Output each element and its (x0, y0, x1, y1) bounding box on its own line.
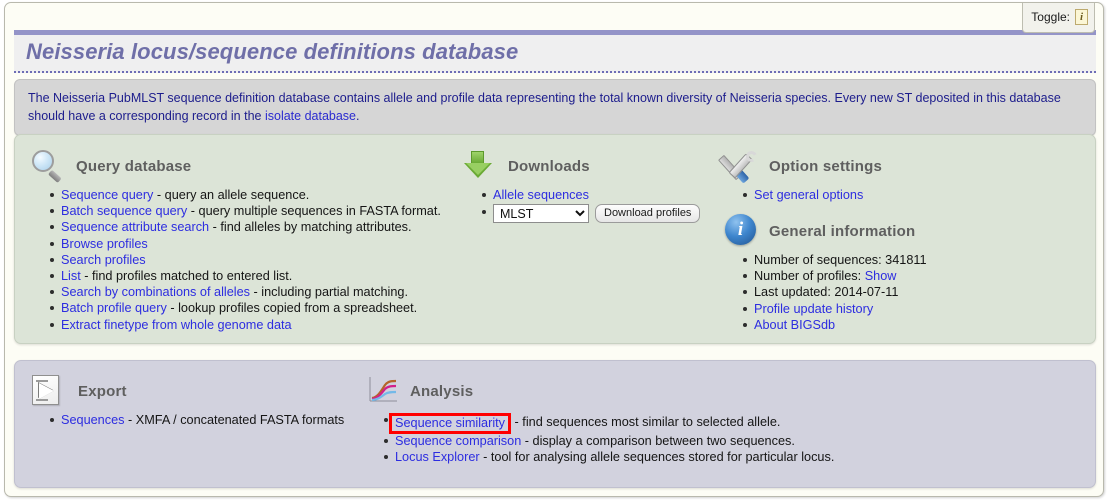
sequence-query-link[interactable]: Sequence query (61, 188, 153, 202)
general-information-section: i General information Number of sequence… (724, 214, 927, 333)
page-title: Neisseria locus/sequence definitions dat… (26, 39, 519, 64)
list-item: Search profiles (50, 252, 441, 268)
export-heading: Export (31, 374, 344, 408)
sequence-comparison-link[interactable]: Sequence comparison (395, 434, 521, 448)
list-link[interactable]: List (61, 269, 81, 283)
option-settings-list: Set general options (724, 187, 882, 203)
export-section: Export Sequences - XMFA / concatenated F… (31, 374, 344, 428)
analysis-heading: Analysis (365, 374, 834, 408)
isolate-database-link[interactable]: isolate database (265, 109, 356, 123)
list-item-desc: - query multiple sequences in FASTA form… (187, 204, 441, 219)
list-item: Number of sequences: 341811 (743, 252, 927, 268)
download-profiles-row: MLST Download profiles (493, 204, 701, 224)
page-frame: Toggle: i Neisseria locus/sequence defin… (4, 2, 1104, 497)
number-of-profiles-label: Number of profiles: (754, 269, 865, 284)
list-item-desc: - XMFA / concatenated FASTA formats (124, 413, 345, 427)
export-title: Export (78, 382, 127, 400)
list-item: Profile update history (743, 301, 927, 317)
downloads-heading: Downloads (463, 149, 700, 183)
tools-icon (717, 149, 759, 184)
last-updated-value: Last updated: 2014-07-11 (754, 285, 899, 300)
list-item: Sequence similarity - find sequences mos… (383, 412, 834, 434)
toggle-label: Toggle: (1031, 10, 1070, 24)
intro-box: The Neisseria PubMLST sequence definitio… (14, 79, 1096, 136)
list-item-desc: - lookup profiles copied from a spreadsh… (166, 301, 418, 316)
list-item: Set general options (743, 187, 882, 203)
profile-update-history-link[interactable]: Profile update history (754, 302, 873, 316)
line-chart-icon (365, 375, 399, 407)
extract-finetype-link[interactable]: Extract finetype from whole genome data (61, 318, 292, 332)
set-general-options-link[interactable]: Set general options (754, 188, 863, 202)
toggle-control[interactable]: Toggle: i (1022, 3, 1095, 33)
option-settings-heading: Option settings (717, 149, 882, 184)
info-ball-icon: i (724, 214, 758, 248)
downloads-list: Allele sequences MLST Download profiles (463, 187, 701, 224)
list-item: Browse profiles (50, 236, 441, 252)
download-arrow-icon (463, 150, 497, 182)
sequence-similarity-highlight: Sequence similarity (389, 413, 512, 434)
scheme-select[interactable]: MLST (493, 204, 589, 224)
export-list: Sequences - XMFA / concatenated FASTA fo… (31, 412, 344, 428)
query-downloads-panel: Query database Sequence query - query an… (14, 134, 1096, 344)
list-item: Sequence comparison - display a comparis… (383, 433, 834, 449)
export-document-icon (31, 375, 67, 407)
list-item: Locus Explorer - tool for analysing alle… (383, 449, 835, 465)
option-settings-section: Option settings Set general options (717, 149, 882, 203)
analysis-title: Analysis (410, 382, 474, 400)
list-item: Extract finetype from whole genome data (50, 317, 441, 333)
sequence-attribute-search-link[interactable]: Sequence attribute search (61, 220, 209, 234)
locus-explorer-link[interactable]: Locus Explorer (395, 450, 480, 464)
batch-profile-query-link[interactable]: Batch profile query (61, 301, 167, 315)
number-of-sequences-value: Number of sequences: 341811 (754, 253, 927, 267)
list-item: Batch profile query - lookup profiles co… (50, 300, 441, 316)
general-information-list: Number of sequences: 341811 Number of pr… (724, 252, 927, 333)
query-database-heading: Query database (31, 149, 441, 183)
batch-sequence-query-link[interactable]: Batch sequence query (61, 204, 187, 218)
list-item-desc: - find sequences most similar to selecte… (511, 415, 781, 429)
sequence-similarity-link[interactable]: Sequence similarity (395, 416, 505, 430)
list-item: Number of profiles: Show (743, 268, 927, 284)
list-item-desc: - including partial matching. (250, 285, 408, 300)
search-profiles-link[interactable]: Search profiles (61, 253, 146, 267)
list-item: Batch sequence query - query multiple se… (50, 203, 441, 219)
about-bigsdb-link[interactable]: About BIGSdb (754, 318, 835, 332)
analysis-list: Sequence similarity - find sequences mos… (365, 412, 834, 465)
export-analysis-panel: Export Sequences - XMFA / concatenated F… (14, 360, 1096, 488)
magnifier-icon (31, 150, 65, 183)
allele-sequences-link[interactable]: Allele sequences (493, 188, 589, 202)
list-item: Sequence query - query an allele sequenc… (50, 187, 441, 203)
option-settings-title: Option settings (769, 157, 882, 175)
list-item: Sequence attribute search - find alleles… (50, 219, 441, 235)
list-item: About BIGSdb (743, 317, 927, 333)
list-item-desc: - find alleles by matching attributes. (209, 220, 412, 235)
list-item-desc: - query an allele sequence. (153, 188, 310, 202)
query-database-section: Query database Sequence query - query an… (31, 149, 441, 333)
download-profiles-button[interactable]: Download profiles (595, 204, 701, 224)
list-item: List - find profiles matched to entered … (50, 268, 441, 284)
list-item-desc: - display a comparison between two seque… (521, 434, 795, 448)
query-database-title: Query database (76, 157, 192, 175)
page-header: Neisseria locus/sequence definitions dat… (14, 30, 1096, 73)
list-item-desc: - find profiles matched to entered list. (80, 269, 293, 284)
list-item: Last updated: 2014-07-11 (743, 284, 927, 300)
downloads-section: Downloads Allele sequences MLST Download… (463, 149, 701, 224)
export-sequences-link[interactable]: Sequences (61, 413, 125, 427)
list-item-desc: - tool for analysing allele sequences st… (479, 450, 835, 465)
browse-profiles-link[interactable]: Browse profiles (61, 237, 148, 251)
query-database-list: Sequence query - query an allele sequenc… (31, 187, 441, 333)
analysis-section: Analysis Sequence similarity - find sequ… (365, 374, 834, 465)
list-item: Search by combinations of alleles - incl… (50, 284, 441, 300)
info-italic-icon[interactable]: i (1075, 9, 1088, 25)
intro-text-after: . (356, 109, 360, 123)
list-item: Sequences - XMFA / concatenated FASTA fo… (49, 412, 345, 428)
show-profiles-link[interactable]: Show (865, 269, 897, 283)
general-information-title: General information (769, 222, 916, 240)
intro-paragraph: The Neisseria PubMLST sequence definitio… (28, 89, 1082, 125)
list-item: MLST Download profiles (481, 204, 701, 224)
search-combinations-alleles-link[interactable]: Search by combinations of alleles (61, 285, 250, 299)
general-information-heading: i General information (724, 214, 927, 248)
downloads-title: Downloads (508, 157, 590, 175)
list-item: Allele sequences (481, 187, 700, 203)
intro-text-before: The Neisseria PubMLST sequence definitio… (28, 91, 1061, 123)
